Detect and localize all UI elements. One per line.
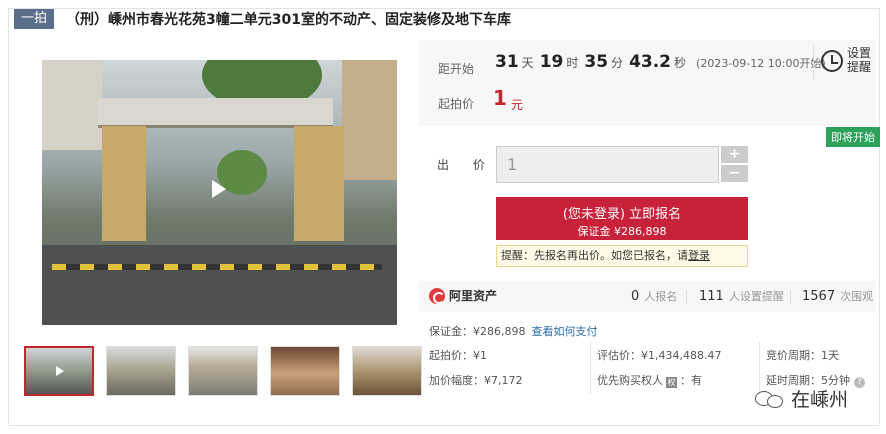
how-to-pay-link[interactable]: 查看如何支付 xyxy=(532,325,598,338)
priority-buyer-label: 优先购买权人 xyxy=(597,374,663,387)
start-price-value: 1 xyxy=(493,86,507,110)
road xyxy=(42,245,397,325)
countdown-days: 31 xyxy=(495,52,519,72)
divider xyxy=(686,290,687,304)
signup-count: 0 人报名 xyxy=(631,288,677,304)
thumbnail[interactable] xyxy=(270,346,340,396)
login-link[interactable]: 登录 xyxy=(688,249,710,262)
view-count-unit: 次围观 xyxy=(840,290,874,303)
title-row: 一拍 （刑）嵊州市春光花苑3幢二单元301室的不动产、固定装修及地下车库 xyxy=(14,8,511,30)
wechat-watermark: 在嵊州 xyxy=(755,385,848,412)
priority-right-icon: 权 xyxy=(666,377,677,388)
ali-assets-logo: 阿里资产 xyxy=(429,287,497,304)
divider xyxy=(790,290,791,304)
start-price-unit: 元 xyxy=(511,98,524,112)
gate-pillar-right xyxy=(294,126,344,241)
set-reminder-button[interactable]: 设置提醒 xyxy=(847,46,873,74)
thumbnail[interactable] xyxy=(106,346,176,396)
bid-cycle-info: 竞价周期：1天 xyxy=(766,349,839,362)
deposit-info: 保证金：¥286,898 查看如何支付 xyxy=(429,323,598,339)
thumbnail[interactable] xyxy=(352,346,422,396)
countdown-seconds: 43.2 xyxy=(629,52,672,72)
bid-label: 出 价 xyxy=(437,158,495,172)
page-title: （刑）嵊州市春光花苑3幢二单元301室的不动产、固定装修及地下车库 xyxy=(66,12,511,28)
start-time-note: (2023-09-12 10:00开始) xyxy=(696,57,826,70)
login-tip: 提醒：先报名再出价。如您已报名，请登录 xyxy=(496,245,748,267)
help-icon[interactable]: ? xyxy=(854,377,865,388)
view-count: 1567 次围观 xyxy=(802,288,873,304)
play-icon xyxy=(56,366,64,376)
start-price-info: 起拍价：¥1 xyxy=(429,349,487,362)
start-price-label: 起拍价 xyxy=(438,97,475,111)
reminder-count-value: 111 xyxy=(699,289,724,304)
building-shape xyxy=(342,60,397,180)
reminder-count: 111 人设置提醒 xyxy=(699,288,784,304)
countdown-hours: 19 xyxy=(539,52,564,72)
signup-button-label: (您未登录) 立即报名 xyxy=(562,207,682,222)
signup-count-value: 0 xyxy=(631,289,640,304)
bid-amount-input[interactable]: 1 xyxy=(496,146,719,183)
status-badge: 即将开始 xyxy=(826,127,880,147)
gate-pillar-left xyxy=(102,126,146,241)
appraisal-info: 评估价：¥1,434,488.47 xyxy=(597,349,722,362)
signup-count-unit: 人报名 xyxy=(644,290,678,303)
login-tip-text: 提醒：先报名再出价。如您已报名，请 xyxy=(501,249,688,262)
main-photo-video[interactable] xyxy=(42,60,397,325)
priority-buyer-info: 优先购买权人权：有 xyxy=(597,372,702,388)
reminder-count-unit: 人设置提醒 xyxy=(728,290,784,303)
stats-bar: 阿里资产 0 人报名 111 人设置提醒 1567 次围观 xyxy=(419,281,876,312)
thumbnail-video[interactable] xyxy=(24,346,94,396)
priority-buyer-value: ：有 xyxy=(680,374,702,387)
countdown-days-unit: 天 xyxy=(521,56,534,70)
building-shape xyxy=(42,60,102,150)
alarm-clock-icon[interactable] xyxy=(821,50,843,72)
auction-round-badge: 一拍 xyxy=(14,9,55,29)
countdown-label: 距开始 xyxy=(438,62,475,76)
countdown-seconds-unit: 秒 xyxy=(674,56,687,70)
thumbnail[interactable] xyxy=(188,346,258,396)
increase-bid-button[interactable]: + xyxy=(721,146,748,163)
countdown-hours-unit: 时 xyxy=(566,56,579,70)
divider xyxy=(813,46,814,80)
countdown-minutes-unit: 分 xyxy=(611,56,624,70)
increment-info: 加价幅度：¥7,172 xyxy=(429,374,523,387)
ali-logo-icon xyxy=(429,287,445,304)
wechat-icon xyxy=(755,389,785,409)
signup-button[interactable]: (您未登录) 立即报名 保证金 ¥286,898 xyxy=(496,197,748,240)
signup-deposit-label: 保证金 ¥286,898 xyxy=(577,225,667,238)
play-icon[interactable] xyxy=(212,180,226,198)
divider xyxy=(590,342,591,394)
ali-brand-text: 阿里资产 xyxy=(449,289,498,303)
deposit-text: 保证金：¥286,898 xyxy=(429,325,526,338)
decrease-bid-button[interactable]: − xyxy=(721,165,748,182)
countdown-minutes: 35 xyxy=(584,52,609,72)
thumbnail-strip xyxy=(24,346,422,396)
countdown: 31 天 19 时 35 分 43.2 秒 (2023-09-12 10:00开… xyxy=(495,52,826,72)
speed-bump xyxy=(52,264,382,270)
countdown-panel: 距开始 31 天 19 时 35 分 43.2 秒 (2023-09-12 10… xyxy=(419,40,876,126)
view-count-value: 1567 xyxy=(802,289,836,304)
watermark-text: 在嵊州 xyxy=(791,389,849,411)
gate-roof xyxy=(98,98,333,128)
